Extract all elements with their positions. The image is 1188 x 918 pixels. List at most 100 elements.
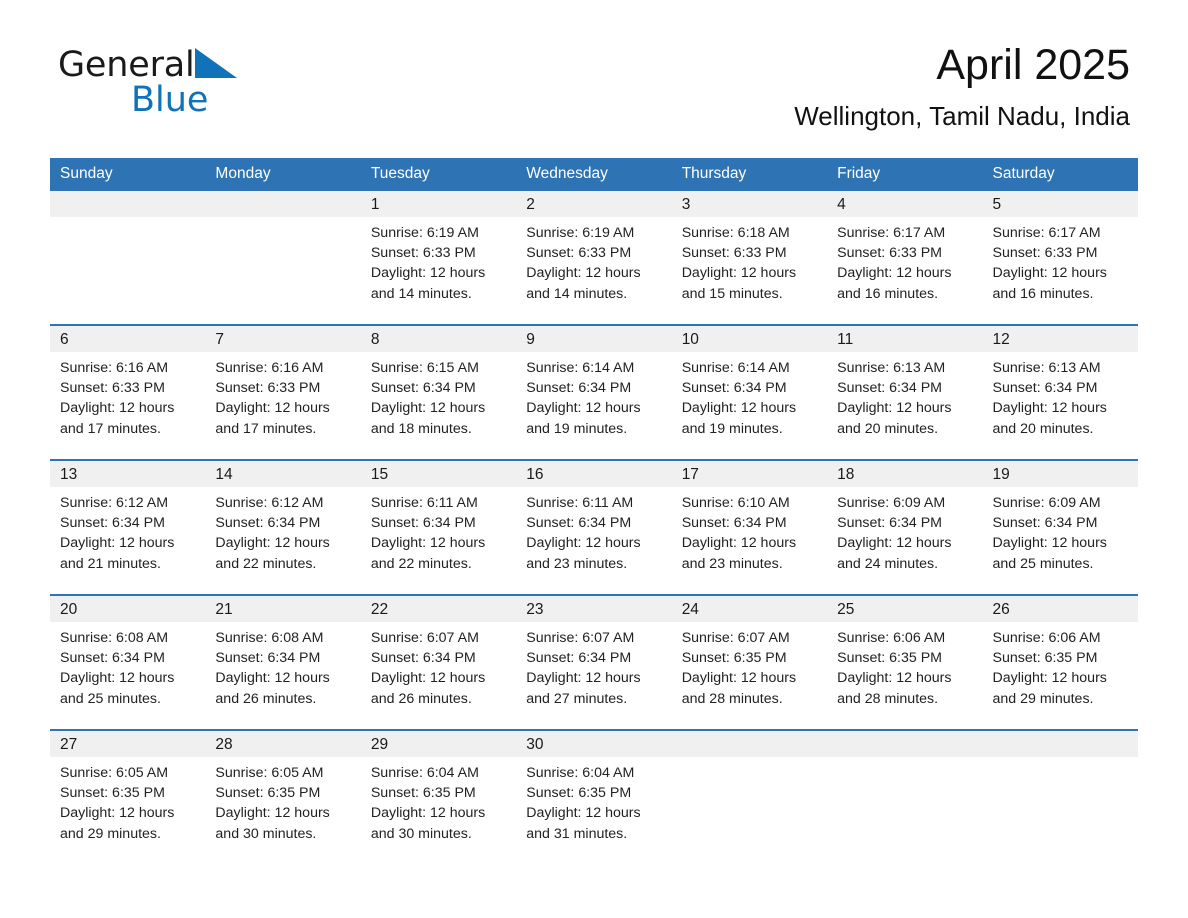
calendar-cell-inner: 27 Sunrise: 6:05 AM Sunset: 6:35 PM Dayligh… — [50, 731, 206, 864]
calendar-cell-inner: 12 Sunrise: 6:13 AM Sunset: 6:34 PM Dayligh… — [982, 326, 1138, 459]
daylight-text-line1: Daylight: 12 hours — [681, 400, 797, 417]
calendar-day-cell[interactable]: 22 Sunrise: 6:07 AM Sunset: 6:34 PM Dayligh… — [360, 594, 517, 730]
sunset-text: Sunset: 6:35 PM — [215, 785, 321, 802]
daylight-text-line1: Daylight: 12 hours — [681, 265, 797, 282]
day-number: 18 — [827, 461, 983, 487]
daylight-text-line2: and 29 minutes. — [992, 690, 1094, 707]
daylight-text-line2: and 17 minutes. — [215, 420, 317, 437]
day-number: 14 — [205, 461, 361, 487]
sunset-text: Sunset: 6:33 PM — [215, 380, 321, 397]
calendar-day-cell[interactable]: 16 Sunrise: 6:11 AM Sunset: 6:34 PM Dayligh… — [516, 459, 672, 595]
calendar-day-cell[interactable]: 20 Sunrise: 6:08 AM Sunset: 6:34 PM Dayligh… — [50, 594, 206, 730]
weekday-header-tuesday: Tuesday — [360, 158, 517, 191]
calendar-day-cell[interactable]: 28 Sunrise: 6:05 AM Sunset: 6:35 PM Dayligh… — [205, 729, 361, 864]
calendar-day-cell[interactable]: 17 Sunrise: 6:10 AM Sunset: 6:34 PM Dayligh… — [671, 459, 828, 595]
daylight-text-line2: and 19 minutes. — [681, 420, 783, 437]
calendar-day-cell[interactable]: 27 Sunrise: 6:05 AM Sunset: 6:35 PM Dayligh… — [50, 729, 206, 864]
day-number: 28 — [205, 731, 361, 757]
day-number: 27 — [50, 731, 206, 757]
day-details: Sunrise: 6:05 AM Sunset: 6:35 PM Daylight:… — [50, 757, 205, 844]
daylight-text-line2: and 25 minutes. — [60, 690, 161, 707]
sunrise-text: Sunrise: 6:07 AM — [526, 630, 635, 646]
general-blue-logo: General Blue — [58, 46, 318, 126]
weekday-header-sunday: Sunday — [50, 158, 206, 191]
day-details: Sunrise: 6:16 AM Sunset: 6:33 PM Daylight:… — [50, 352, 205, 439]
day-number: 3 — [671, 191, 828, 217]
calendar-day-cell[interactable]: 1 Sunrise: 6:19 AM Sunset: 6:33 PM Daylight… — [360, 191, 517, 325]
daylight-text-line1: Daylight: 12 hours — [526, 670, 641, 687]
day-details: Sunrise: 6:15 AM Sunset: 6:34 PM Daylight:… — [361, 352, 516, 439]
day-details: Sunrise: 6:13 AM Sunset: 6:34 PM Daylight:… — [983, 352, 1138, 439]
day-number: 11 — [827, 326, 983, 352]
day-details: Sunrise: 6:04 AM Sunset: 6:35 PM Daylight:… — [361, 757, 516, 844]
day-details: Sunrise: 6:19 AM Sunset: 6:33 PM Daylight:… — [516, 217, 671, 304]
sunset-text: Sunset: 6:35 PM — [837, 650, 942, 667]
calendar-day-cell[interactable]: 7 Sunrise: 6:16 AM Sunset: 6:33 PM Daylight… — [205, 324, 361, 460]
daylight-text-line1: Daylight: 12 hours — [370, 670, 486, 687]
calendar-day-cell[interactable]: 12 Sunrise: 6:13 AM Sunset: 6:34 PM Dayligh… — [982, 324, 1138, 460]
day-details: Sunrise: 6:09 AM Sunset: 6:34 PM Daylight:… — [827, 487, 982, 574]
calendar-day-cell[interactable]: 18 Sunrise: 6:09 AM Sunset: 6:34 PM Dayligh… — [827, 459, 983, 595]
daylight-text-line1: Daylight: 12 hours — [992, 670, 1107, 687]
daylight-text-line1: Daylight: 12 hours — [60, 535, 175, 552]
sunset-text: Sunset: 6:34 PM — [215, 650, 321, 667]
calendar-day-cell[interactable]: 26 Sunrise: 6:06 AM Sunset: 6:35 PM Dayligh… — [982, 594, 1138, 730]
calendar-day-cell[interactable]: 4 Sunrise: 6:17 AM Sunset: 6:33 PM Daylight… — [827, 191, 983, 325]
sunrise-text: Sunrise: 6:18 AM — [681, 225, 790, 241]
sunrise-text: Sunrise: 6:15 AM — [370, 360, 479, 376]
daylight-text-line1: Daylight: 12 hours — [992, 535, 1107, 552]
calendar-day-cell[interactable]: 24 Sunrise: 6:07 AM Sunset: 6:35 PM Dayligh… — [671, 594, 828, 730]
calendar-day-cell[interactable]: 30 Sunrise: 6:04 AM Sunset: 6:35 PM Dayligh… — [516, 729, 672, 864]
calendar-week-row: 20 Sunrise: 6:08 AM Sunset: 6:34 PM Dayligh… — [50, 594, 1138, 730]
daylight-text-line1: Daylight: 12 hours — [837, 535, 952, 552]
day-number: 29 — [360, 731, 517, 757]
calendar-week-row: 27 Sunrise: 6:05 AM Sunset: 6:35 PM Dayligh… — [50, 729, 1138, 864]
calendar-day-cell[interactable]: 11 Sunrise: 6:13 AM Sunset: 6:34 PM Dayligh… — [827, 324, 983, 460]
calendar-cell-inner — [827, 731, 983, 864]
day-details: Sunrise: 6:05 AM Sunset: 6:35 PM Daylight:… — [205, 757, 360, 844]
daylight-text-line2: and 21 minutes. — [60, 555, 161, 572]
calendar-cell-inner: 22 Sunrise: 6:07 AM Sunset: 6:34 PM Dayligh… — [360, 596, 517, 729]
daylight-text-line1: Daylight: 12 hours — [837, 400, 952, 417]
day-details: Sunrise: 6:11 AM Sunset: 6:34 PM Daylight:… — [516, 487, 671, 574]
calendar-cell-inner: 5 Sunrise: 6:17 AM Sunset: 6:33 PM Daylight… — [982, 191, 1138, 324]
calendar-day-cell[interactable]: 8 Sunrise: 6:15 AM Sunset: 6:34 PM Daylight… — [360, 324, 517, 460]
calendar-day-cell[interactable]: 29 Sunrise: 6:04 AM Sunset: 6:35 PM Dayligh… — [360, 729, 517, 864]
daylight-text-line1: Daylight: 12 hours — [837, 670, 952, 687]
day-details: Sunrise: 6:07 AM Sunset: 6:34 PM Daylight:… — [516, 622, 671, 709]
sunset-text: Sunset: 6:34 PM — [526, 380, 632, 397]
day-details: Sunrise: 6:14 AM Sunset: 6:34 PM Daylight:… — [672, 352, 827, 439]
day-number: 26 — [982, 596, 1138, 622]
day-number: 30 — [516, 731, 672, 757]
daylight-text-line2: and 30 minutes. — [215, 825, 317, 842]
sunset-text: Sunset: 6:34 PM — [526, 650, 632, 667]
calendar-day-cell[interactable]: 9 Sunrise: 6:14 AM Sunset: 6:34 PM Daylight… — [516, 324, 672, 460]
calendar-day-cell[interactable]: 5 Sunrise: 6:17 AM Sunset: 6:33 PM Daylight… — [982, 191, 1138, 325]
calendar-cell-inner: 16 Sunrise: 6:11 AM Sunset: 6:34 PM Dayligh… — [516, 461, 672, 594]
calendar-day-cell[interactable]: 14 Sunrise: 6:12 AM Sunset: 6:34 PM Dayligh… — [205, 459, 361, 595]
calendar-day-cell[interactable]: 10 Sunrise: 6:14 AM Sunset: 6:34 PM Dayligh… — [671, 324, 828, 460]
day-number: 15 — [360, 461, 517, 487]
calendar-day-cell[interactable]: 19 Sunrise: 6:09 AM Sunset: 6:34 PM Dayligh… — [982, 459, 1138, 595]
sunrise-text: Sunrise: 6:07 AM — [370, 630, 479, 646]
day-details: Sunrise: 6:07 AM Sunset: 6:34 PM Daylight:… — [361, 622, 516, 709]
daylight-text-line2: and 16 minutes. — [992, 285, 1094, 302]
logo-wordmark-top: General — [58, 46, 318, 84]
page-subtitle: Wellington, Tamil Nadu, India — [794, 101, 1130, 131]
calendar-day-cell[interactable]: 25 Sunrise: 6:06 AM Sunset: 6:35 PM Dayligh… — [827, 594, 983, 730]
calendar-cell-inner: 18 Sunrise: 6:09 AM Sunset: 6:34 PM Dayligh… — [827, 461, 983, 594]
calendar-cell-inner: 25 Sunrise: 6:06 AM Sunset: 6:35 PM Dayligh… — [827, 596, 983, 729]
sunset-text: Sunset: 6:34 PM — [992, 380, 1098, 397]
sunrise-text: Sunrise: 6:11 AM — [370, 495, 478, 511]
calendar-day-cell[interactable]: 21 Sunrise: 6:08 AM Sunset: 6:34 PM Dayligh… — [205, 594, 361, 730]
daylight-text-line1: Daylight: 12 hours — [215, 670, 330, 687]
calendar-cell-inner: 17 Sunrise: 6:10 AM Sunset: 6:34 PM Dayligh… — [671, 461, 828, 594]
calendar-day-cell[interactable]: 23 Sunrise: 6:07 AM Sunset: 6:34 PM Dayligh… — [516, 594, 672, 730]
calendar-day-cell[interactable]: 13 Sunrise: 6:12 AM Sunset: 6:34 PM Dayligh… — [50, 459, 206, 595]
day-number: 5 — [982, 191, 1138, 217]
calendar-day-cell[interactable]: 6 Sunrise: 6:16 AM Sunset: 6:33 PM Daylight… — [50, 324, 206, 460]
calendar-day-cell[interactable]: 15 Sunrise: 6:11 AM Sunset: 6:34 PM Dayligh… — [360, 459, 517, 595]
calendar-day-cell[interactable]: 2 Sunrise: 6:19 AM Sunset: 6:33 PM Daylight… — [516, 191, 672, 325]
calendar-day-cell[interactable]: 3 Sunrise: 6:18 AM Sunset: 6:33 PM Daylight… — [671, 191, 828, 325]
calendar-table: Sunday Monday Tuesday Wednesday Thursday… — [50, 158, 1138, 864]
